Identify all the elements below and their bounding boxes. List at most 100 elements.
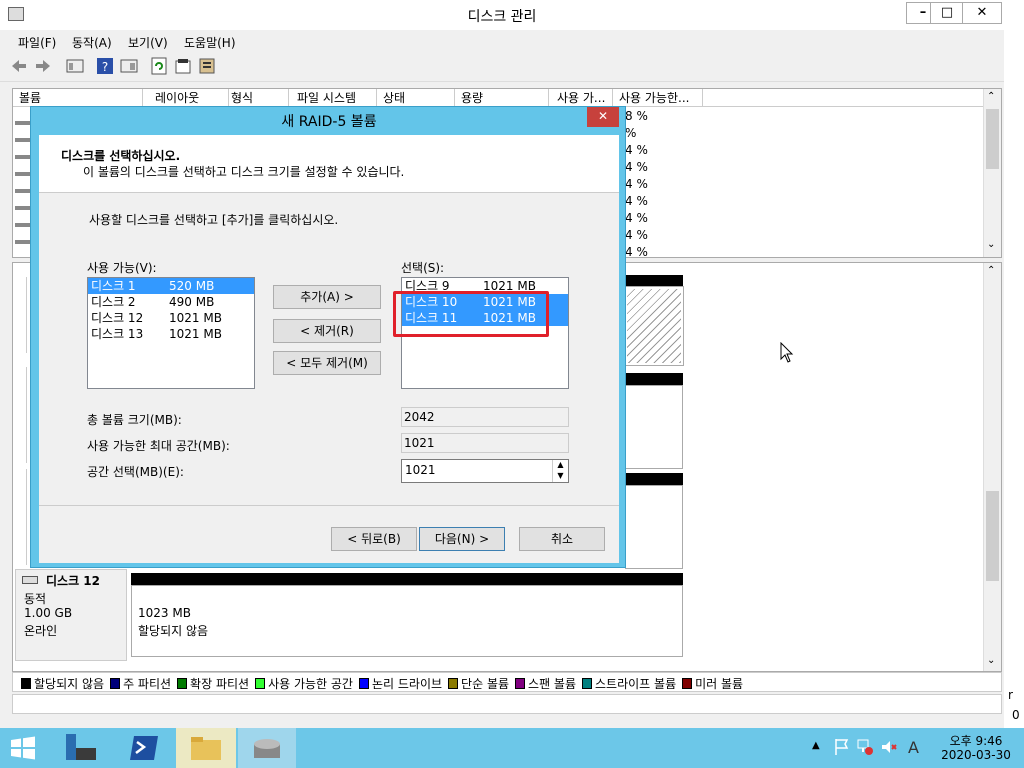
col-percent-free[interactable]: 사용 가능한... <box>613 89 703 107</box>
drive-icon <box>15 143 31 159</box>
dialog-close-button[interactable]: ✕ <box>587 107 619 127</box>
remove-all-button[interactable]: < 모두 제거(M) <box>273 351 381 375</box>
menu-action[interactable]: 동작(A) <box>72 34 112 51</box>
col-type[interactable]: 형식 <box>225 89 289 107</box>
file-explorer-taskbar-item[interactable] <box>176 728 236 768</box>
disk-size: 1.00 GB <box>24 606 73 620</box>
legend-label: 할당되지 않음 <box>34 677 105 691</box>
add-button[interactable]: 추가(A) > <box>273 285 381 309</box>
percent-cell: 4 % <box>625 177 648 191</box>
total-size-label: 총 볼륨 크기(MB): <box>87 413 182 427</box>
tray-overflow-icon[interactable]: ▲ <box>812 740 820 751</box>
cancel-button[interactable]: 취소 <box>519 527 605 551</box>
properties-pane-icon[interactable] <box>120 57 138 75</box>
percent-cell: 4 % <box>625 143 648 157</box>
scroll-down-icon[interactable]: ⌄ <box>987 655 995 666</box>
offscreen-text-fragment: 0 <box>1012 708 1020 722</box>
toolbar: ? <box>0 52 1004 82</box>
disk-item-size: 520 MB <box>169 279 215 293</box>
scroll-up-icon[interactable]: ⌃ <box>987 91 995 102</box>
drive-icon <box>15 228 31 244</box>
close-button[interactable]: ✕ <box>962 2 1002 24</box>
available-items: 디스크 1 520 MB 디스크 2 490 MB 디스크 12 1021 MB 디스크 1… <box>88 278 254 342</box>
percent-cell: 4 % <box>625 228 648 242</box>
maximize-button[interactable]: □ <box>930 2 964 24</box>
available-disks-list[interactable]: 디스크 1 520 MB 디스크 2 490 MB 디스크 12 1021 MB 디스크 1… <box>87 277 255 389</box>
partition-header <box>625 473 683 485</box>
disk-row-stub <box>15 277 27 353</box>
col-capacity[interactable]: 용량 <box>455 89 549 107</box>
next-button[interactable]: 다음(N) > <box>419 527 505 551</box>
partition-block[interactable] <box>625 485 683 569</box>
spin-up-icon[interactable]: ▲ <box>552 460 568 471</box>
volume-list-scrollbar[interactable]: ⌃ ⌄ <box>983 89 1001 257</box>
disk-12-info[interactable]: 디스크 12 동적 1.00 GB 온라인 <box>15 569 127 661</box>
partition-size: 1023 MB <box>138 606 191 620</box>
back-arrow-icon[interactable] <box>10 57 28 75</box>
disk-management-taskbar-item[interactable] <box>238 728 296 768</box>
forward-arrow-icon[interactable] <box>34 57 52 75</box>
volume-muted-icon[interactable] <box>880 738 898 756</box>
disk-list-item[interactable]: 디스크 2 490 MB <box>88 294 254 310</box>
disk-name: 디스크 12 <box>46 574 100 588</box>
legend-swatch <box>582 678 593 689</box>
scroll-down-icon[interactable]: ⌄ <box>987 239 995 250</box>
scroll-thumb[interactable] <box>986 491 999 581</box>
network-icon[interactable] <box>856 738 874 756</box>
instruction-text: 사용할 디스크를 선택하고 [추가]를 클릭하십시오. <box>89 213 339 227</box>
menu-file[interactable]: 파일(F) <box>18 34 56 51</box>
col-status[interactable]: 상태 <box>377 89 455 107</box>
disk-management-icon <box>254 739 280 758</box>
dialog-divider <box>39 505 619 506</box>
col-volume[interactable]: 볼륨 <box>13 89 143 107</box>
col-free-space[interactable]: 사용 가... <box>551 89 613 107</box>
remove-button[interactable]: < 제거(R) <box>273 319 381 343</box>
menu-view[interactable]: 보기(V) <box>128 34 168 51</box>
title-bar: 디스크 관리 – □ ✕ <box>0 0 1004 30</box>
partition-block-hatched[interactable] <box>624 286 684 366</box>
clock-time[interactable]: 오후 9:46 <box>936 732 1016 749</box>
windows-start-icon[interactable] <box>10 736 36 760</box>
space-value[interactable]: 1021 <box>405 463 436 477</box>
drive-icon <box>15 211 31 227</box>
partition-block[interactable] <box>625 385 683 469</box>
settings-list-icon[interactable] <box>198 57 216 75</box>
legend-swatch <box>255 678 266 689</box>
scroll-thumb[interactable] <box>986 109 999 169</box>
column-headers: 볼륨 레이아웃 형식 파일 시스템 상태 용량 사용 가... 사용 가능한..… <box>13 89 1001 107</box>
col-layout[interactable]: 레이아웃 <box>149 89 229 107</box>
col-filesystem[interactable]: 파일 시스템 <box>291 89 377 107</box>
disk-list-item[interactable]: 디스크 12 1021 MB <box>88 310 254 326</box>
flag-icon[interactable] <box>834 738 850 756</box>
spin-down-icon[interactable]: ▼ <box>552 471 568 482</box>
disk-item-name: 디스크 13 <box>91 327 144 341</box>
unallocated-partition[interactable]: 1023 MB 할당되지 않음 <box>131 585 683 657</box>
window-title: 디스크 관리 <box>467 9 537 25</box>
svg-text:?: ? <box>102 60 108 74</box>
graph-scrollbar[interactable]: ⌃ ⌄ <box>983 263 1001 671</box>
disk-item-size: 1021 MB <box>169 327 222 341</box>
drive-icon <box>15 109 31 125</box>
ime-indicator[interactable]: A <box>908 738 919 757</box>
show-hide-console-icon[interactable] <box>66 57 84 75</box>
available-label: 사용 가능(V): <box>87 261 157 275</box>
dialog-body: 디스크를 선택하십시오. 이 볼륨의 디스크를 선택하고 디스크 크기를 설정할… <box>39 135 619 563</box>
properties-icon[interactable] <box>174 57 192 75</box>
server-manager-icon[interactable] <box>64 732 98 764</box>
wizard-subheading: 이 볼륨의 디스크를 선택하고 디스크 크기를 설정할 수 있습니다. <box>83 165 405 179</box>
refresh-icon[interactable] <box>150 57 168 75</box>
disk-list-item[interactable]: 디스크 1 520 MB <box>88 278 254 294</box>
legend-swatch <box>110 678 121 689</box>
clock-date[interactable]: 2020-03-30 <box>936 748 1016 762</box>
legend-label: 사용 가능한 공간 <box>268 677 353 691</box>
back-button[interactable]: < 뒤로(B) <box>331 527 417 551</box>
partition-status: 할당되지 않음 <box>138 624 209 638</box>
select-space-spinner[interactable]: 1021 ▲ ▼ <box>401 459 569 483</box>
percent-cell: 4 % <box>625 160 648 174</box>
powershell-icon[interactable] <box>128 734 160 762</box>
percent-cell: 4 % <box>625 194 648 208</box>
disk-list-item[interactable]: 디스크 13 1021 MB <box>88 326 254 342</box>
menu-help[interactable]: 도움말(H) <box>184 34 236 51</box>
help-icon[interactable]: ? <box>96 57 114 75</box>
scroll-up-icon[interactable]: ⌃ <box>987 265 995 276</box>
